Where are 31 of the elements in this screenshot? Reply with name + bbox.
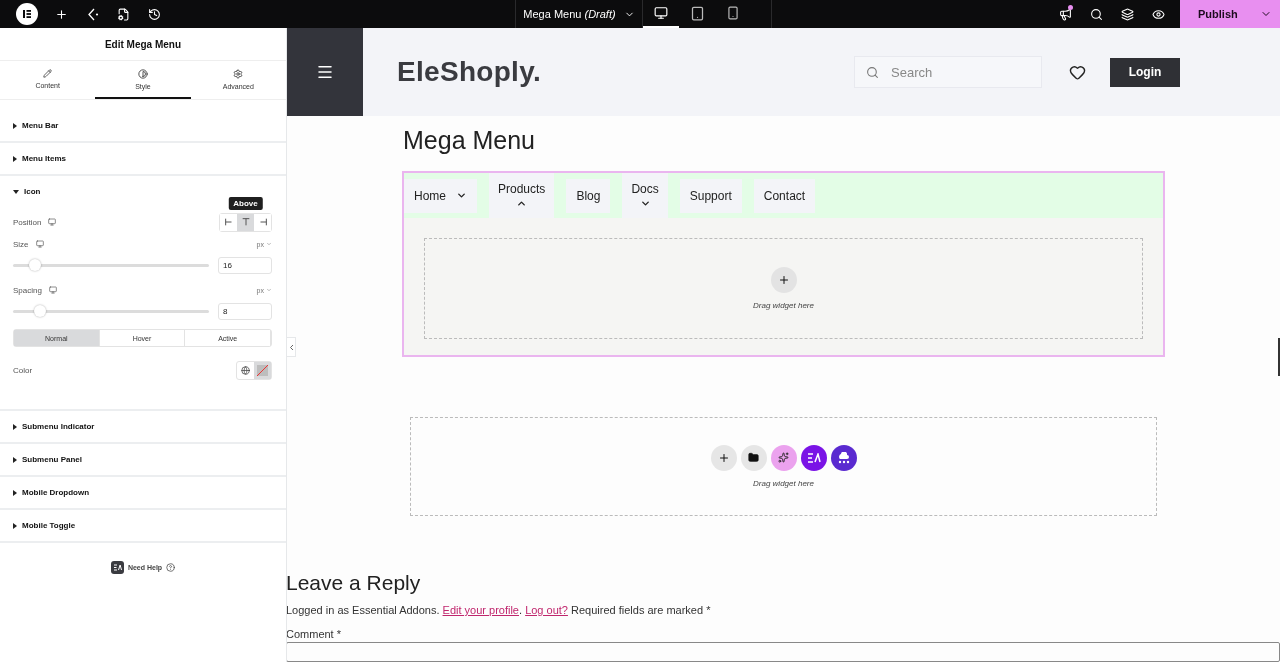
section-header[interactable]: Submenu Indicator [0, 411, 286, 442]
panel-title: Edit Mega Menu [103, 37, 183, 52]
menu-item[interactable]: Contact [753, 178, 816, 213]
section-header[interactable]: Mobile Toggle [0, 510, 286, 541]
reply-title: Leave a Reply [287, 570, 422, 597]
menu-item[interactable]: Home [404, 178, 477, 213]
section-header[interactable]: Menu Items [0, 143, 286, 174]
login-button[interactable]: Login [1110, 57, 1180, 87]
menu-item[interactable]: Docs [622, 173, 668, 218]
control-label: Position [13, 217, 42, 227]
tooltip: Above [228, 196, 263, 210]
section-header[interactable]: Submenu Panel [0, 444, 286, 475]
drop-hint: Drag widget here [753, 478, 814, 488]
menu-item[interactable]: Support [679, 178, 742, 213]
site-logo[interactable]: EleShoply. [397, 56, 542, 88]
page-heading: Mega Menu [403, 125, 537, 156]
section-header[interactable]: Menu Bar [0, 110, 286, 141]
control-label: Size [13, 239, 29, 249]
control-label: Spacing [13, 285, 42, 295]
number-field[interactable]: 16 [218, 256, 272, 274]
publish-button[interactable]: Publish [1180, 0, 1280, 28]
drop-hint: Drag widget here [753, 301, 814, 310]
menu-item[interactable]: Products [489, 173, 555, 218]
number-field[interactable]: 8 [218, 302, 272, 320]
menu-item[interactable]: Blog [566, 178, 611, 213]
text-link[interactable]: Edit your profile [442, 604, 519, 617]
login-notice: Logged in as Essential Addons. Edit your profile. Log out? Required fields are marked * [287, 604, 712, 617]
text-link[interactable]: Log out? [525, 604, 568, 617]
control-label: Color [13, 365, 33, 375]
section-header[interactable]: Mobile Dropdown [0, 477, 286, 508]
field-label: Comment * [287, 628, 342, 641]
